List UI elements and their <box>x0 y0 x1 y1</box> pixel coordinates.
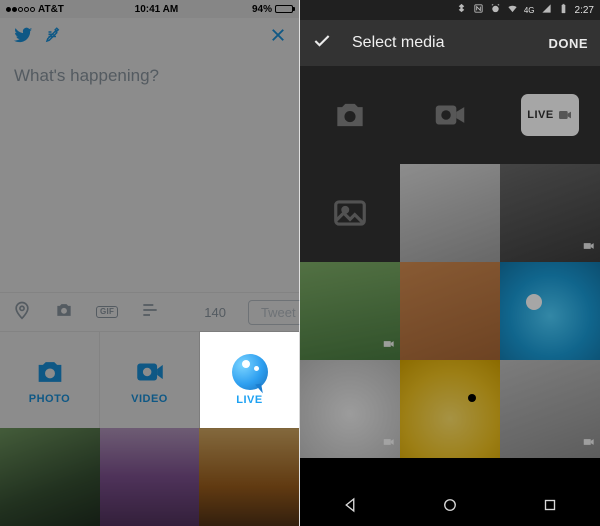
recent-photos-row <box>0 428 299 526</box>
android-nav-bar <box>300 488 600 526</box>
video-badge-icon <box>382 435 396 454</box>
video-badge-icon <box>582 435 596 454</box>
confirm-icon[interactable] <box>312 31 332 56</box>
android-header: Select media DONE <box>300 20 600 66</box>
nav-back-icon[interactable] <box>341 496 359 519</box>
wifi-icon <box>507 3 518 17</box>
picker-video-label: VIDEO <box>131 393 168 405</box>
live-label: LIVE <box>527 109 553 121</box>
location-icon[interactable] <box>12 300 32 325</box>
done-button[interactable]: DONE <box>548 36 588 51</box>
battery-pct-label: 94% <box>252 4 272 15</box>
media-thumb[interactable] <box>500 262 600 360</box>
poll-icon[interactable] <box>140 300 160 325</box>
media-thumb[interactable] <box>500 360 600 458</box>
android-phone: 4G 2:27 Select media DONE LIVE <box>300 0 600 526</box>
alarm-icon <box>490 3 501 17</box>
battery-icon <box>558 3 569 17</box>
android-status-bar: 4G 2:27 <box>300 0 600 20</box>
media-thumb[interactable] <box>400 164 500 262</box>
media-type-picker: PHOTO VIDEO LIVE <box>0 332 299 428</box>
compose-icon[interactable] <box>34 26 62 49</box>
periscope-icon <box>232 354 268 390</box>
compose-placeholder: What's happening? <box>14 66 285 86</box>
signal-icon <box>6 7 35 12</box>
compose-area[interactable]: What's happening? <box>0 56 299 292</box>
video-badge-icon <box>582 239 596 258</box>
char-count: 140 <box>204 305 226 320</box>
android-media-grid <box>300 164 600 488</box>
close-icon[interactable] <box>269 26 287 49</box>
recent-photo[interactable] <box>100 428 200 526</box>
ios-top-bar <box>0 18 299 56</box>
quick-photo-button[interactable] <box>300 66 400 164</box>
header-title: Select media <box>352 34 548 52</box>
media-thumb[interactable] <box>300 262 400 360</box>
ios-phone: AT&T 10:41 AM 94% What's happening? <box>0 0 300 526</box>
media-thumb[interactable] <box>500 164 600 262</box>
network-label: 4G <box>524 6 535 15</box>
picker-live[interactable]: LIVE <box>200 332 299 428</box>
nav-recents-icon[interactable] <box>541 496 559 519</box>
media-thumb[interactable] <box>400 262 500 360</box>
clock-label: 10:41 AM <box>135 4 179 15</box>
media-thumb[interactable] <box>300 360 400 458</box>
gallery-button[interactable] <box>300 164 400 262</box>
media-thumb[interactable] <box>400 360 500 458</box>
carrier-label: AT&T <box>38 4 64 15</box>
picker-photo[interactable]: PHOTO <box>0 332 100 428</box>
quick-live-button[interactable]: LIVE <box>500 66 600 164</box>
recent-photo[interactable] <box>0 428 100 526</box>
ios-status-bar: AT&T 10:41 AM 94% <box>0 0 299 18</box>
android-quick-row: LIVE <box>300 66 600 164</box>
picker-live-label: LIVE <box>236 394 262 406</box>
camera-icon[interactable] <box>54 300 74 325</box>
signal-icon <box>541 3 552 17</box>
recent-photo[interactable] <box>199 428 299 526</box>
nfc-icon <box>473 3 484 17</box>
battery-icon <box>275 5 293 13</box>
picker-video[interactable]: VIDEO <box>100 332 200 428</box>
compose-toolbar: GIF 140 Tweet <box>0 292 299 332</box>
picker-photo-label: PHOTO <box>29 393 70 405</box>
quick-video-button[interactable] <box>400 66 500 164</box>
bluetooth-icon <box>456 3 467 17</box>
clock-label: 2:27 <box>575 5 594 16</box>
nav-home-icon[interactable] <box>441 496 459 519</box>
gif-button[interactable]: GIF <box>96 306 118 318</box>
twitter-logo-icon <box>12 24 34 51</box>
video-badge-icon <box>382 337 396 356</box>
